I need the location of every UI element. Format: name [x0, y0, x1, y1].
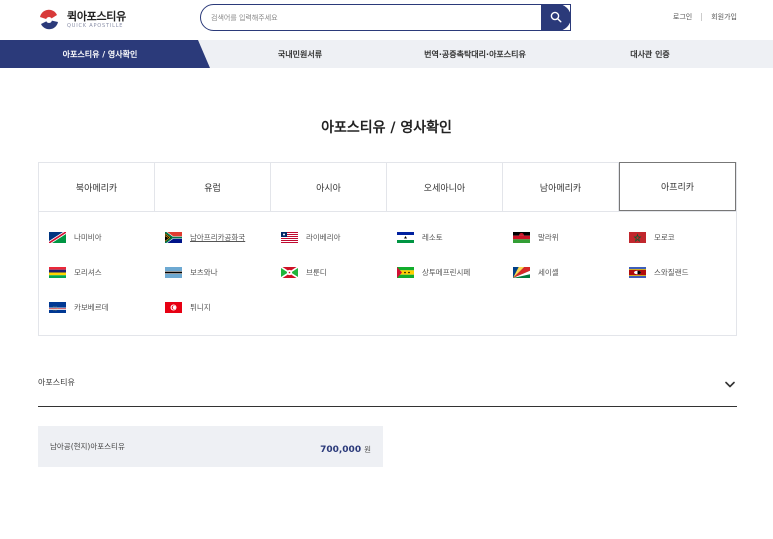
nav-item-embassy[interactable]: 대사관 인증: [560, 40, 740, 68]
region-tabs: 북아메리카 유럽 아시아 오세아니아 남아메리카 아프리카: [39, 162, 736, 212]
country-sao-tome[interactable]: 상투메프린시페: [397, 267, 470, 278]
signup-link[interactable]: 회원가입: [711, 12, 737, 22]
accordion-title: 아포스티유: [38, 377, 75, 387]
botswana-flag-icon: [165, 267, 182, 278]
country-morocco[interactable]: 모로코: [629, 232, 675, 243]
tab-south-america[interactable]: 남아메리카: [503, 163, 619, 211]
page-title: 아포스티유 / 영사확인: [321, 120, 452, 136]
country-label: 보츠와나: [190, 268, 218, 277]
country-label: 남아프리카공화국: [190, 233, 246, 242]
country-label: 말라위: [538, 233, 559, 242]
auth-links: 로그인 회원가입: [673, 12, 737, 22]
country-label: 모리셔스: [74, 268, 102, 277]
search-input[interactable]: [201, 5, 531, 30]
country-label: 상투메프린시페: [422, 268, 471, 277]
nav-item-apostille[interactable]: 아포스티유 / 영사확인: [0, 40, 200, 68]
logo-subtitle: QUICK APOSTILLE: [67, 23, 124, 29]
logo[interactable]: 퀵아포스티유 QUICK APOSTILLE: [37, 5, 147, 35]
price-value: 700,000: [320, 445, 362, 455]
liberia-flag-icon: [281, 232, 298, 243]
region-selector: 북아메리카 유럽 아시아 오세아니아 남아메리카 아프리카 나미비아 남아프리카…: [38, 162, 737, 336]
tab-africa[interactable]: 아프리카: [619, 162, 736, 211]
sao-tome-flag-icon: [397, 267, 414, 278]
divider: [701, 13, 703, 21]
country-tunisia[interactable]: 튀니지: [165, 302, 211, 313]
country-south-africa[interactable]: 남아프리카공화국: [165, 232, 245, 243]
country-label: 모로코: [654, 233, 675, 242]
south-africa-flag-icon: [165, 232, 182, 243]
country-label: 세이셸: [538, 268, 559, 277]
lesotho-flag-icon: [397, 232, 414, 243]
country-seychelles[interactable]: 세이셸: [513, 267, 559, 278]
tab-asia[interactable]: 아시아: [271, 163, 387, 211]
country-label: 브룬디: [306, 268, 327, 277]
mauritius-flag-icon: [49, 267, 66, 278]
logo-mark-icon: [37, 8, 61, 32]
country-cape-verde[interactable]: 카보베르데: [49, 302, 109, 313]
search-bar: [200, 3, 571, 31]
chevron-down-icon[interactable]: [725, 373, 735, 392]
price-amount: 700,000 원: [320, 437, 371, 456]
tab-north-america[interactable]: 북아메리카: [39, 163, 155, 211]
price-item-name: 남아공(현지)아포스티유: [50, 442, 125, 451]
nav-item-domestic-docs[interactable]: 국내민원서류: [210, 40, 390, 68]
search-icon: [550, 11, 562, 23]
country-label: 레소토: [422, 233, 443, 242]
country-burundi[interactable]: 브룬디: [281, 267, 327, 278]
country-label: 카보베르데: [74, 303, 109, 312]
nav-item-translation-notary[interactable]: 번역·공증촉탁대리·아포스티유: [390, 40, 560, 68]
country-lesotho[interactable]: 레소토: [397, 232, 443, 243]
cape-verde-flag-icon: [49, 302, 66, 313]
country-mauritius[interactable]: 모리셔스: [49, 267, 102, 278]
header: 퀵아포스티유 QUICK APOSTILLE 로그인 회원가입: [0, 0, 773, 40]
country-liberia[interactable]: 라이베리아: [281, 232, 341, 243]
country-eswatini[interactable]: 스와질랜드: [629, 267, 689, 278]
country-label: 스와질랜드: [654, 268, 689, 277]
country-botswana[interactable]: 보츠와나: [165, 267, 218, 278]
price-card: 남아공(현지)아포스티유 700,000 원: [38, 426, 383, 467]
seychelles-flag-icon: [513, 267, 530, 278]
country-label: 라이베리아: [306, 233, 341, 242]
country-label: 나미비아: [74, 233, 102, 242]
country-label: 튀니지: [190, 303, 211, 312]
search-button[interactable]: [541, 3, 571, 31]
price-unit: 원: [364, 445, 371, 454]
logo-title: 퀵아포스티유: [67, 10, 126, 23]
login-link[interactable]: 로그인: [673, 12, 692, 22]
tunisia-flag-icon: [165, 302, 182, 313]
burundi-flag-icon: [281, 267, 298, 278]
tab-oceania[interactable]: 오세아니아: [387, 163, 503, 211]
country-namibia[interactable]: 나미비아: [49, 232, 102, 243]
accordion-apostille[interactable]: 아포스티유: [38, 370, 737, 407]
tab-europe[interactable]: 유럽: [155, 163, 271, 211]
eswatini-flag-icon: [629, 267, 646, 278]
malawi-flag-icon: [513, 232, 530, 243]
namibia-flag-icon: [49, 232, 66, 243]
morocco-flag-icon: [629, 232, 646, 243]
main-nav: 아포스티유 / 영사확인 국내민원서류 번역·공증촉탁대리·아포스티유 대사관 …: [0, 40, 773, 68]
country-malawi[interactable]: 말라위: [513, 232, 559, 243]
